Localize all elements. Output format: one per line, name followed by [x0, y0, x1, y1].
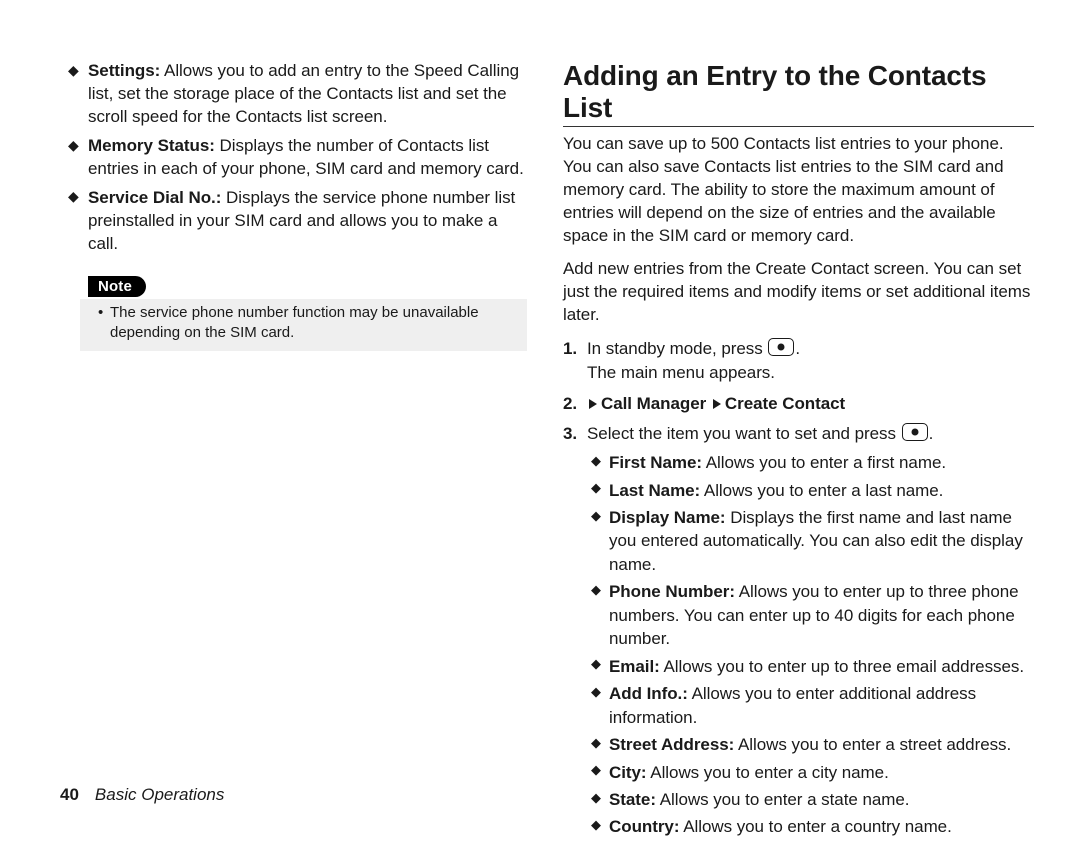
intro-paragraph-1: You can save up to 500 Contacts list ent… — [563, 133, 1034, 248]
note-box: The service phone number function may be… — [80, 299, 527, 352]
menu-path: Create Contact — [725, 394, 845, 413]
item-text: Allows you to enter a street address. — [734, 735, 1011, 754]
item-text: Allows you to enter a country name. — [679, 817, 951, 836]
step-index: 1. — [563, 337, 577, 362]
step-2: 2. Call Manager Create Contact — [563, 392, 1034, 417]
feature-list: Settings: Allows you to add an entry to … — [60, 60, 531, 256]
item-term: Last Name: — [609, 481, 700, 500]
center-key-icon — [768, 338, 794, 356]
item-text: Allows you to enter a last name. — [700, 481, 943, 500]
item-term: State: — [609, 790, 656, 809]
item-term: City: — [609, 763, 647, 782]
item-text: Allows you to enter a city name. — [647, 763, 889, 782]
steps-list: 1. In standby mode, press . The main men… — [563, 337, 1034, 839]
item-term: Phone Number: — [609, 582, 735, 601]
step-index: 3. — [563, 422, 577, 447]
manual-page: Settings: Allows you to add an entry to … — [0, 0, 1080, 831]
step-text: In standby mode, press — [587, 339, 767, 358]
item-term: Display Name: — [609, 508, 726, 527]
menu-path: Call Manager — [601, 394, 706, 413]
list-item: State: Allows you to enter a state name. — [609, 788, 1034, 811]
page-number: 40 — [60, 785, 79, 804]
step-text: . — [795, 339, 800, 358]
field-list: First Name: Allows you to enter a first … — [587, 451, 1034, 839]
item-text: Allows you to enter up to three email ad… — [660, 657, 1024, 676]
note-text: The service phone number function may be… — [98, 303, 513, 344]
list-item: Email: Allows you to enter up to three e… — [609, 655, 1034, 678]
two-column-layout: Settings: Allows you to add an entry to … — [60, 60, 1034, 845]
step-text: The main menu appears. — [587, 363, 775, 382]
left-column: Settings: Allows you to add an entry to … — [60, 60, 531, 845]
list-item: Phone Number: Allows you to enter up to … — [609, 580, 1034, 650]
item-term: Street Address: — [609, 735, 734, 754]
list-item: Memory Status: Displays the number of Co… — [88, 135, 531, 181]
item-term: First Name: — [609, 453, 702, 472]
step-1: 1. In standby mode, press . The main men… — [563, 337, 1034, 386]
chapter-title: Basic Operations — [95, 785, 224, 804]
item-term: Country: — [609, 817, 679, 836]
page-footer: 40 Basic Operations — [60, 785, 224, 805]
list-item: Country: Allows you to enter a country n… — [609, 815, 1034, 838]
item-text: Allows you to enter a first name. — [702, 453, 946, 472]
item-term: Memory Status: — [88, 136, 215, 155]
item-term: Settings: — [88, 61, 160, 80]
step-text: Select the item you want to set and pres… — [587, 424, 901, 443]
right-column: Adding an Entry to the Contacts List You… — [563, 60, 1034, 845]
list-item: Add Info.: Allows you to enter additiona… — [609, 682, 1034, 729]
item-text: Allows you to enter a state name. — [656, 790, 910, 809]
list-item: Last Name: Allows you to enter a last na… — [609, 479, 1034, 502]
list-item: City: Allows you to enter a city name. — [609, 761, 1034, 784]
list-item: Service Dial No.: Displays the service p… — [88, 187, 531, 256]
intro-paragraph-2: Add new entries from the Create Contact … — [563, 258, 1034, 327]
item-term: Add Info.: — [609, 684, 688, 703]
item-term: Email: — [609, 657, 660, 676]
triangle-icon — [713, 399, 721, 409]
section-title: Adding an Entry to the Contacts List — [563, 60, 1034, 127]
list-item: Settings: Allows you to add an entry to … — [88, 60, 531, 129]
list-item: Street Address: Allows you to enter a st… — [609, 733, 1034, 756]
triangle-icon — [589, 399, 597, 409]
step-3: 3. Select the item you want to set and p… — [563, 422, 1034, 838]
step-index: 2. — [563, 392, 577, 417]
step-text: . — [929, 424, 934, 443]
item-term: Service Dial No.: — [88, 188, 221, 207]
list-item: First Name: Allows you to enter a first … — [609, 451, 1034, 474]
list-item: Display Name: Displays the first name an… — [609, 506, 1034, 576]
note-label: Note — [88, 276, 146, 297]
center-key-icon — [902, 423, 928, 441]
